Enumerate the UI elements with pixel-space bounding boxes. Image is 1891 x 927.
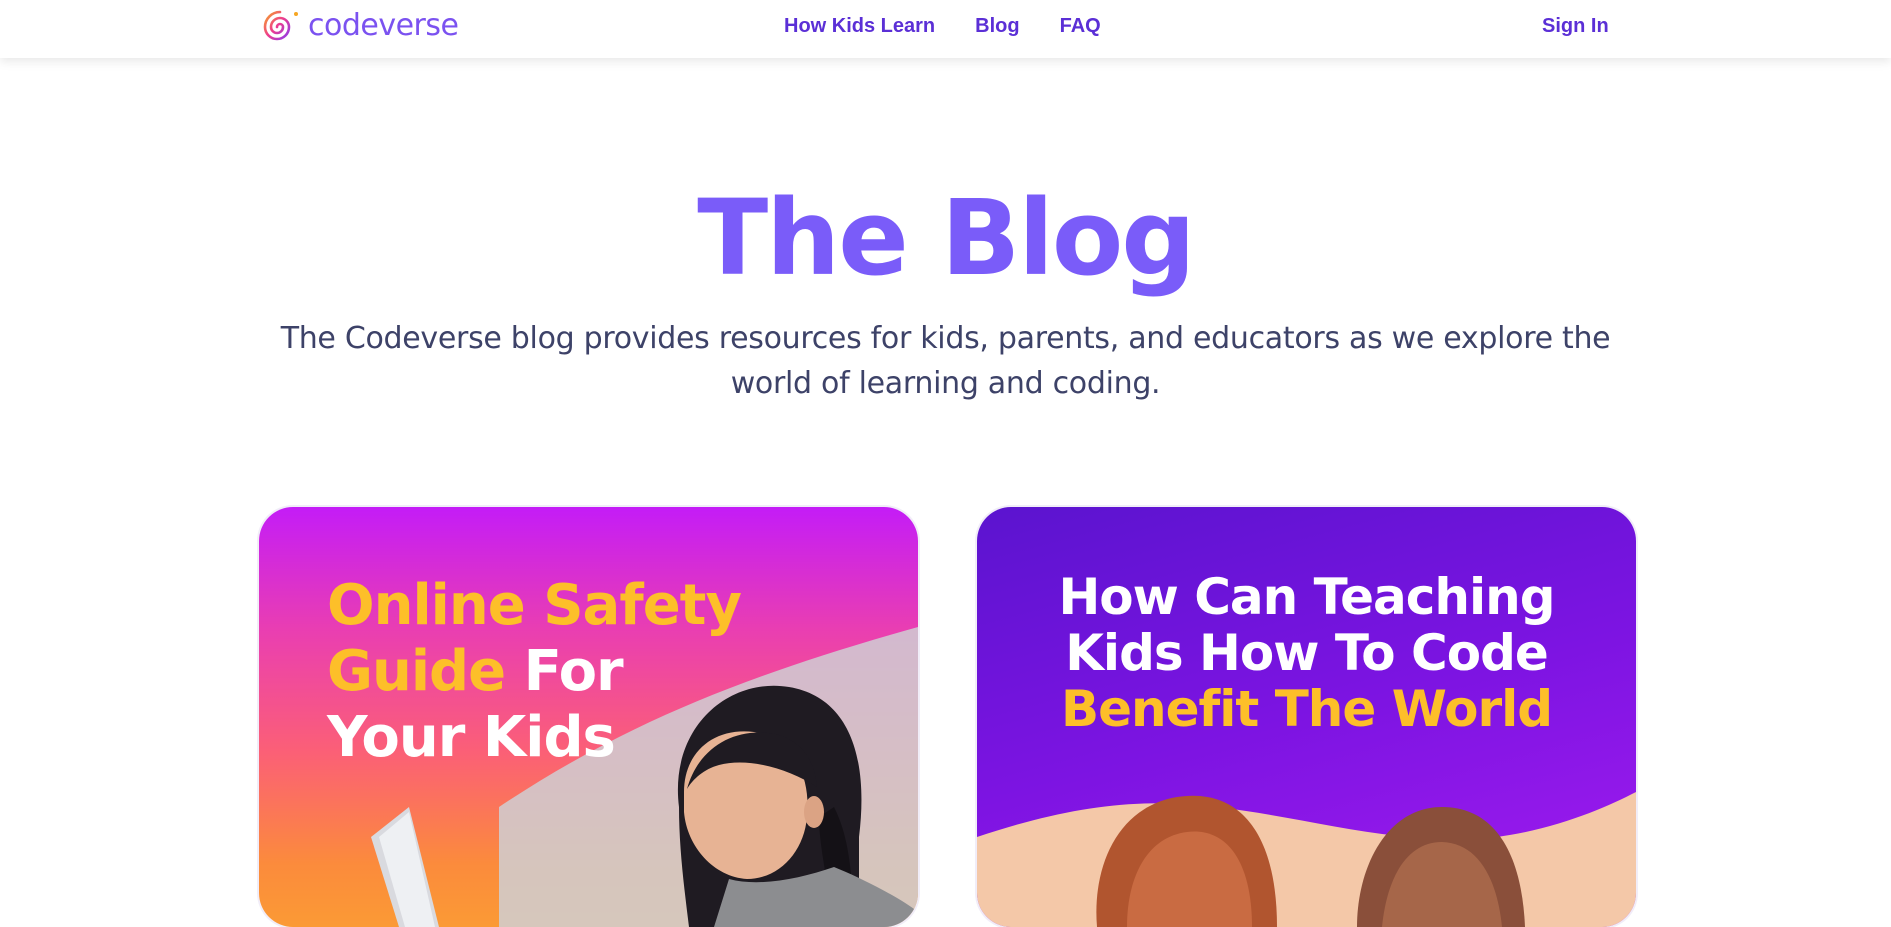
site-header: codeverse How Kids Learn Blog FAQ Sign I… — [0, 0, 1891, 58]
blog-card-teaching-kids-to-code[interactable]: How Can Teaching Kids How To Code Benefi… — [977, 507, 1636, 927]
card-title: How Can Teaching Kids How To Code Benefi… — [1058, 568, 1555, 738]
logo-wordmark: codeverse — [308, 7, 459, 43]
codeverse-logo[interactable]: codeverse — [259, 4, 459, 50]
page-title: The Blog — [697, 177, 1196, 299]
nav-faq[interactable]: FAQ — [1060, 14, 1101, 38]
card-title: Online Safety Guide For Your Kids — [327, 573, 742, 770]
main-nav: How Kids Learn Blog FAQ — [784, 14, 1101, 38]
page-subtitle: The Codeverse blog provides resources fo… — [280, 321, 1611, 401]
sign-in-link[interactable]: Sign In — [1542, 14, 1609, 38]
nav-blog[interactable]: Blog — [975, 14, 1019, 38]
blog-card-online-safety[interactable]: Online Safety Guide For Your Kids — [259, 507, 918, 927]
nav-how-kids-learn[interactable]: How Kids Learn — [784, 14, 935, 38]
spiral-logo-icon — [263, 10, 298, 41]
